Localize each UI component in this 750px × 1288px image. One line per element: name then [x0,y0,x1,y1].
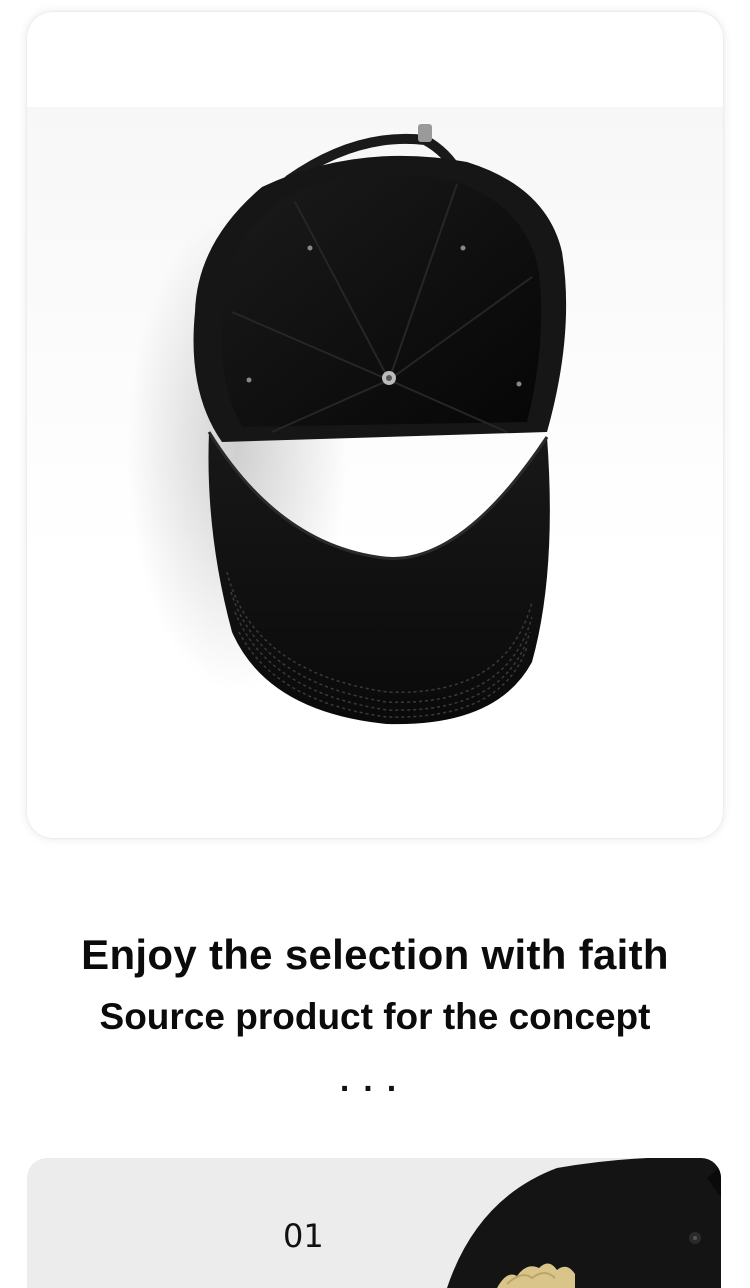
product-detail-card: 01 [27,1158,721,1288]
cap-front-image [447,1158,721,1288]
headline: Enjoy the selection with faith [81,931,669,978]
product-image-card [27,12,723,838]
subheadline: Source product for the concept [99,996,651,1037]
cap-underside-image [127,124,567,725]
dots-separator: ... [339,1061,411,1099]
